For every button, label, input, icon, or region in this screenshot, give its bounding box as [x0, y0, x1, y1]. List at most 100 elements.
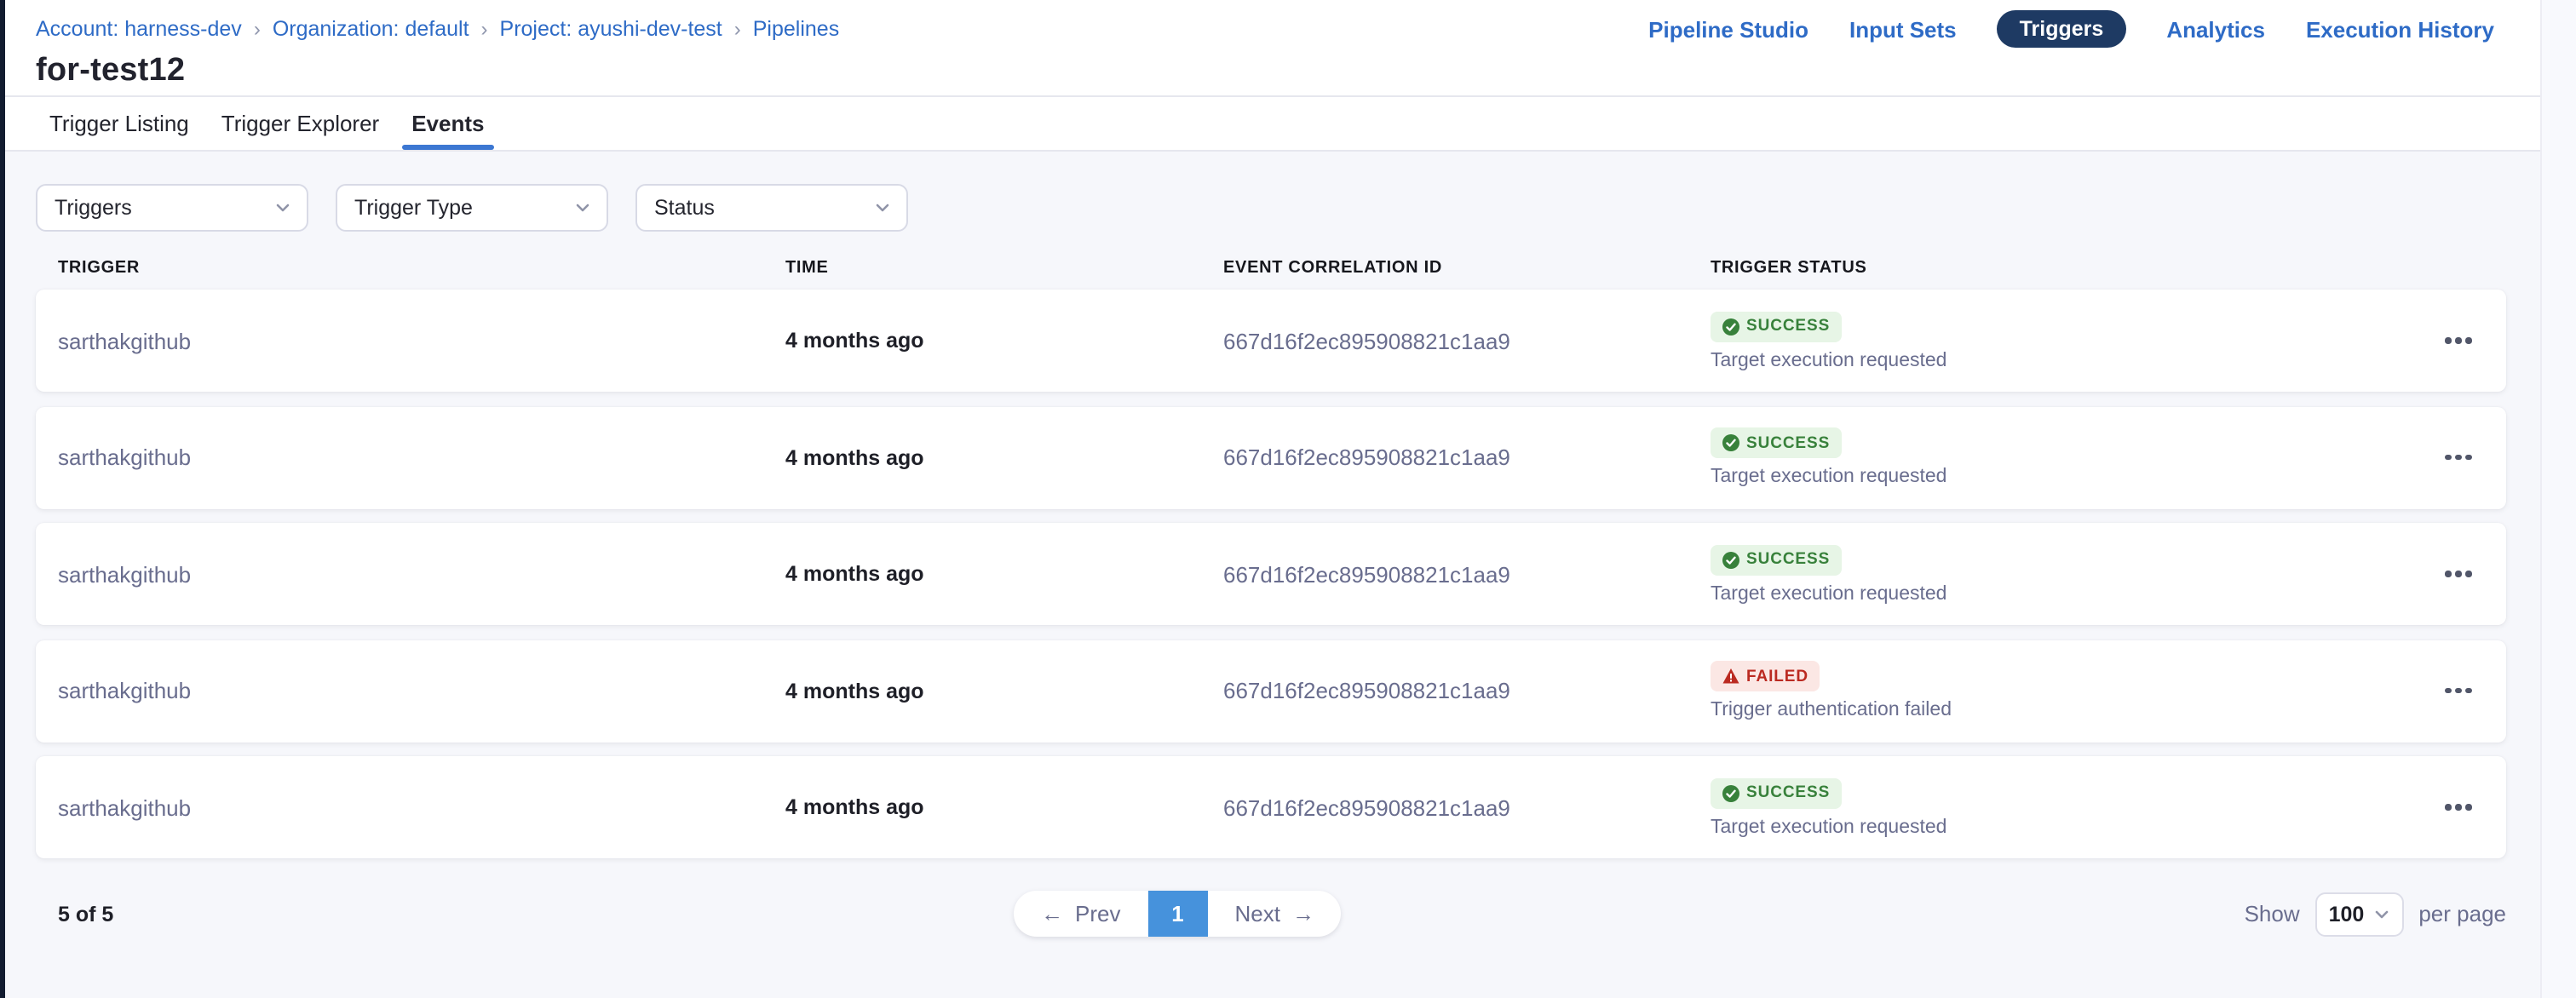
status-badge: SUCCESS: [1711, 427, 1842, 458]
trigger-status-cell: SUCCESS Target execution requested: [1711, 544, 2409, 604]
page-header: Account: harness-dev › Organization: def…: [0, 0, 2576, 97]
status-detail: Target execution requested: [1711, 817, 2409, 837]
per-page-label: per page: [2418, 901, 2506, 926]
show-label: Show: [2245, 901, 2300, 926]
tab-trigger-listing[interactable]: Trigger Listing: [49, 97, 189, 150]
chevron-down-icon: [874, 199, 891, 216]
event-correlation-id: 667d16f2ec895908821c1aa9: [1223, 678, 1711, 703]
event-correlation-id: 667d16f2ec895908821c1aa9: [1223, 328, 1711, 353]
next-page-button[interactable]: Next →: [1207, 891, 1341, 937]
event-row: sarthakgithub 4 months ago 667d16f2ec895…: [36, 406, 2506, 508]
next-label: Next: [1234, 901, 1279, 926]
trigger-status-cell: SUCCESS Target execution requested: [1711, 427, 2409, 487]
events-content: Triggers Trigger Type Status TRIGGER TIM…: [0, 152, 2576, 938]
trigger-name: sarthakgithub: [58, 678, 785, 703]
chevron-down-icon: [2372, 905, 2389, 922]
nav-execution-history-link[interactable]: Execution History: [2306, 16, 2494, 42]
event-correlation-id: 667d16f2ec895908821c1aa9: [1223, 794, 1711, 820]
check-circle-icon: [1722, 784, 1739, 801]
chevron-right-icon: ›: [481, 17, 488, 41]
nav-analytics-link[interactable]: Analytics: [2166, 16, 2265, 42]
collapsed-sidebar-edge: [0, 0, 5, 998]
status-filter-label: Status: [654, 196, 715, 220]
status-badge: SUCCESS: [1711, 544, 1842, 575]
tab-trigger-explorer[interactable]: Trigger Explorer: [221, 97, 379, 150]
results-summary: 5 of 5: [58, 903, 113, 926]
prev-page-button[interactable]: ← Prev: [1014, 891, 1147, 937]
arrow-right-icon: →: [1292, 901, 1314, 926]
row-options-menu-button[interactable]: [2439, 331, 2477, 351]
breadcrumb-pipelines-link[interactable]: Pipelines: [753, 17, 839, 41]
current-page-button[interactable]: 1: [1147, 891, 1207, 937]
events-list: sarthakgithub 4 months ago 667d16f2ec895…: [36, 290, 2540, 858]
pager: ← Prev 1 Next →: [1014, 891, 1342, 937]
triggers-filter-dropdown[interactable]: Triggers: [36, 184, 308, 232]
status-label: SUCCESS: [1746, 317, 1830, 336]
event-correlation-id: 667d16f2ec895908821c1aa9: [1223, 445, 1711, 470]
status-detail: Target execution requested: [1711, 467, 2409, 487]
trigger-type-filter-dropdown[interactable]: Trigger Type: [336, 184, 608, 232]
event-row: sarthakgithub 4 months ago 667d16f2ec895…: [36, 290, 2506, 392]
nav-input-sets-link[interactable]: Input Sets: [1849, 16, 1957, 42]
page-title: for-test12: [36, 53, 2494, 90]
scrollbar-track[interactable]: [2540, 0, 2576, 998]
trigger-name: sarthakgithub: [58, 445, 785, 470]
status-label: FAILED: [1746, 667, 1808, 685]
tabbar: Trigger Listing Trigger Explorer Events: [0, 97, 2576, 152]
breadcrumb: Account: harness-dev › Organization: def…: [36, 17, 839, 41]
chevron-down-icon: [274, 199, 291, 216]
status-badge: FAILED: [1711, 661, 1820, 691]
trigger-name: sarthakgithub: [58, 561, 785, 587]
triggers-filter-label: Triggers: [55, 196, 132, 220]
page-size-dropdown[interactable]: 100: [2315, 892, 2404, 936]
chevron-right-icon: ›: [254, 17, 261, 41]
status-detail: Target execution requested: [1711, 583, 2409, 604]
event-row: sarthakgithub 4 months ago 667d16f2ec895…: [36, 756, 2506, 858]
status-detail: Trigger authentication failed: [1711, 700, 2409, 720]
status-label: SUCCESS: [1746, 550, 1830, 569]
pipeline-module-nav: Pipeline Studio Input Sets Triggers Anal…: [1648, 10, 2494, 48]
tab-events-active[interactable]: Events: [411, 97, 484, 150]
row-options-menu-button[interactable]: [2439, 681, 2477, 701]
check-circle-icon: [1722, 434, 1739, 451]
event-time: 4 months ago: [785, 445, 1223, 469]
status-label: SUCCESS: [1746, 783, 1830, 802]
pagination-footer: 5 of 5 ← Prev 1 Next → Show 100 per page: [36, 891, 2506, 938]
event-time: 4 months ago: [785, 795, 1223, 819]
row-options-menu-button[interactable]: [2439, 798, 2477, 817]
chevron-right-icon: ›: [734, 17, 741, 41]
row-options-menu-button[interactable]: [2439, 565, 2477, 584]
warning-triangle-icon: [1722, 668, 1739, 685]
event-time: 4 months ago: [785, 329, 1223, 353]
breadcrumb-organization-link[interactable]: Organization: default: [273, 17, 469, 41]
page-size-control: Show 100 per page: [2245, 891, 2506, 937]
breadcrumb-project-link[interactable]: Project: ayushi-dev-test: [500, 17, 722, 41]
breadcrumb-account-link[interactable]: Account: harness-dev: [36, 17, 242, 41]
col-header-trigger-status: TRIGGER STATUS: [1711, 258, 2409, 277]
trigger-status-cell: SUCCESS Target execution requested: [1711, 777, 2409, 837]
nav-pipeline-studio-link[interactable]: Pipeline Studio: [1648, 16, 1808, 42]
triggers-events-page: Account: harness-dev › Organization: def…: [0, 0, 2576, 998]
chevron-down-icon: [574, 199, 591, 216]
trigger-status-cell: SUCCESS Target execution requested: [1711, 311, 2409, 370]
trigger-status-cell: FAILED Trigger authentication failed: [1711, 661, 2409, 720]
prev-label: Prev: [1075, 901, 1120, 926]
status-filter-dropdown[interactable]: Status: [635, 184, 908, 232]
col-header-time: TIME: [785, 258, 1223, 277]
event-time: 4 months ago: [785, 679, 1223, 703]
arrow-left-icon: ←: [1041, 901, 1063, 926]
page-size-value: 100: [2329, 902, 2365, 926]
table-header-row: TRIGGER TIME EVENT CORRELATION ID TRIGGE…: [36, 245, 2506, 290]
filters-row: Triggers Trigger Type Status: [36, 184, 2540, 232]
col-header-trigger: TRIGGER: [58, 258, 785, 277]
status-badge: SUCCESS: [1711, 311, 1842, 341]
trigger-name: sarthakgithub: [58, 328, 785, 353]
col-header-event-correlation-id: EVENT CORRELATION ID: [1223, 258, 1711, 277]
event-row: sarthakgithub 4 months ago 667d16f2ec895…: [36, 523, 2506, 625]
status-badge: SUCCESS: [1711, 777, 1842, 808]
trigger-name: sarthakgithub: [58, 794, 785, 820]
status-detail: Target execution requested: [1711, 350, 2409, 370]
row-options-menu-button[interactable]: [2439, 448, 2477, 467]
nav-triggers-pill-active[interactable]: Triggers: [1998, 10, 2126, 48]
trigger-type-filter-label: Trigger Type: [354, 196, 473, 220]
